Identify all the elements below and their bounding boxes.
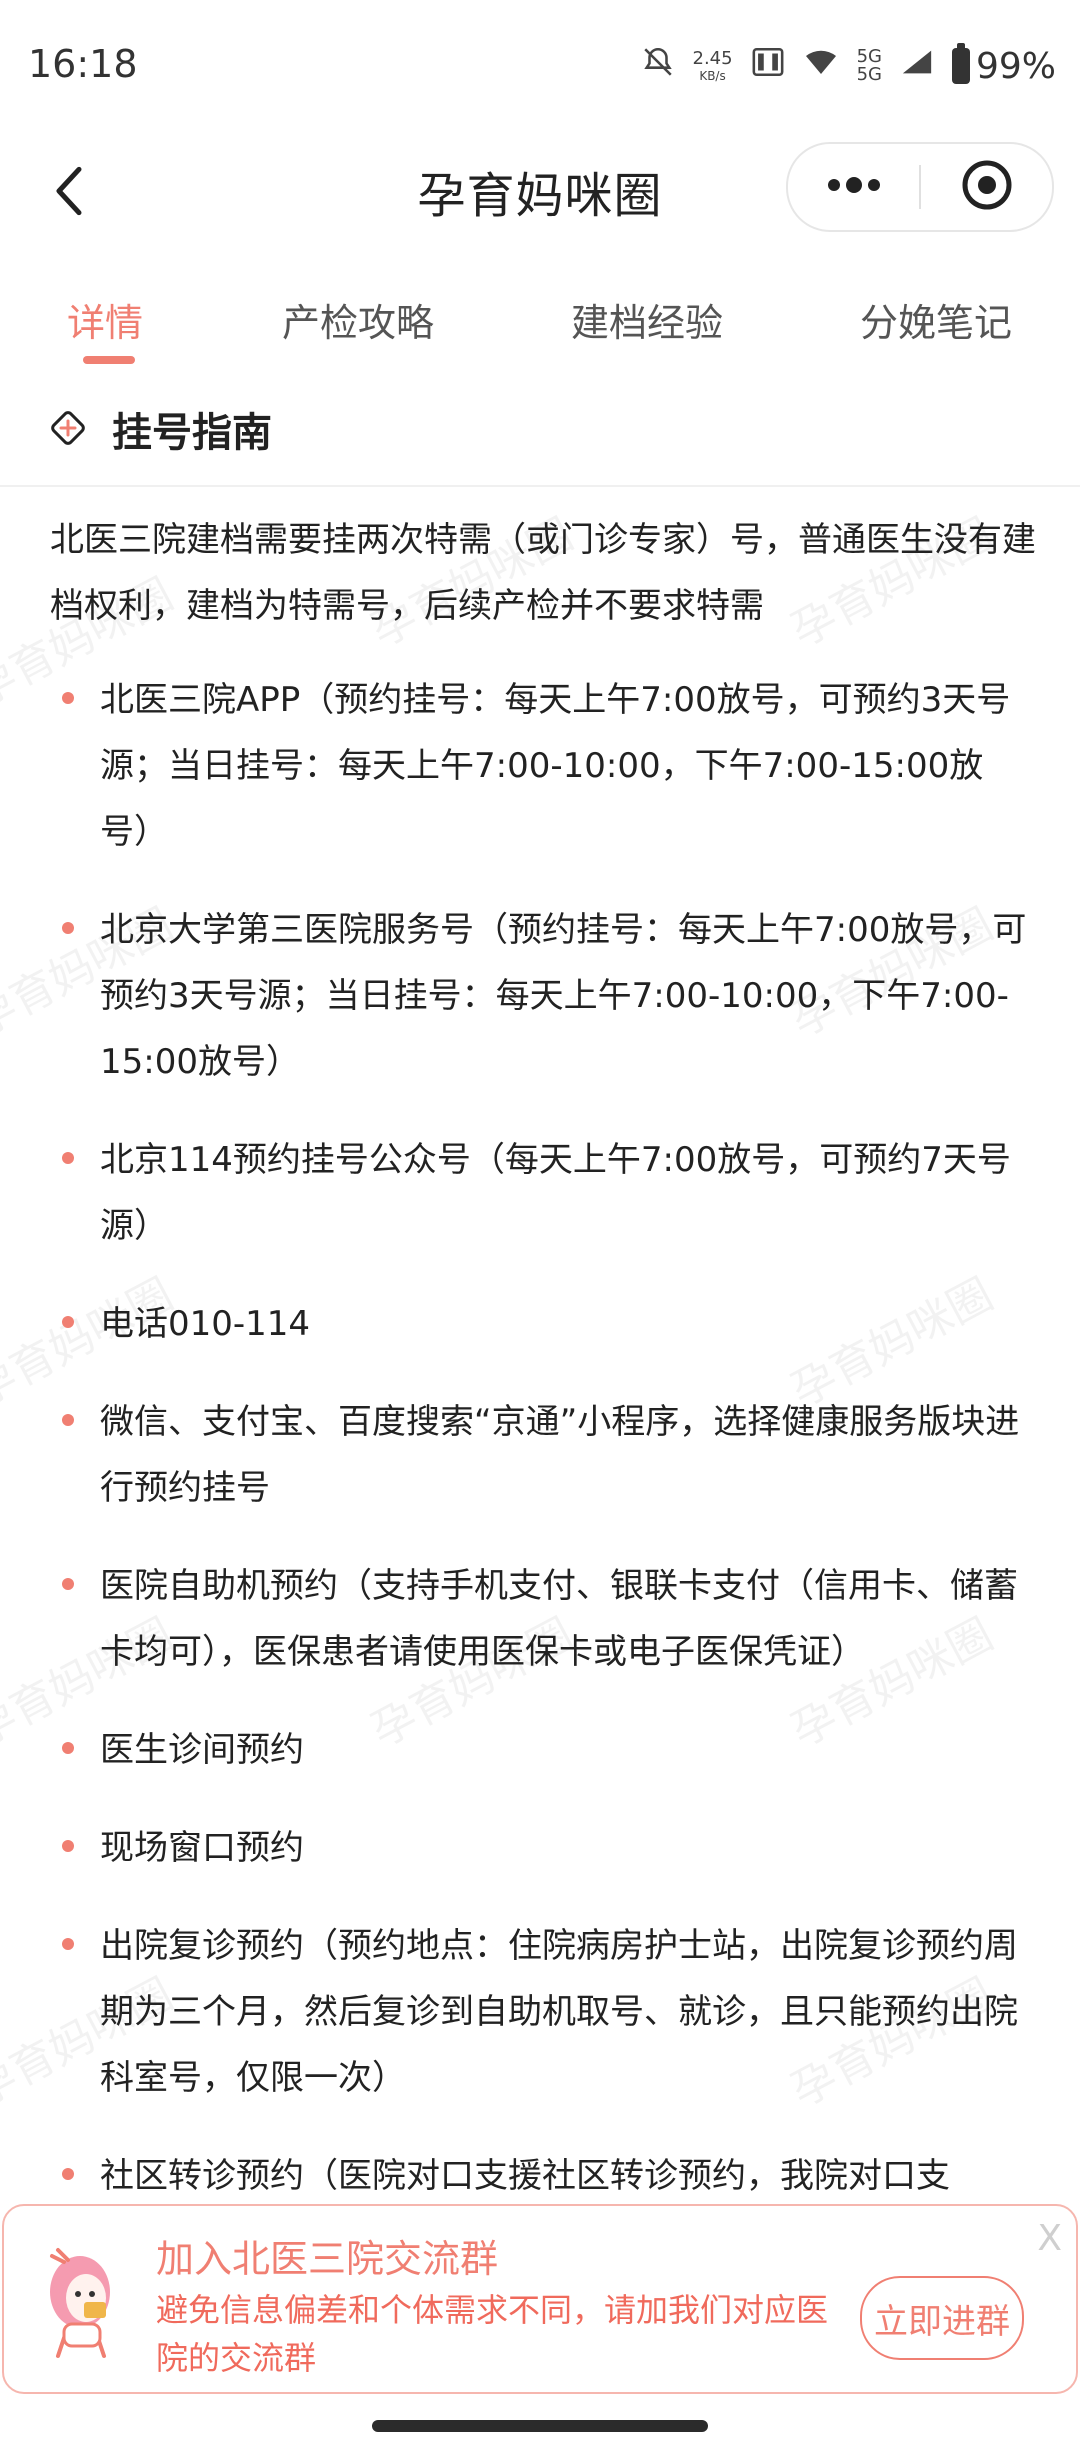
- more-button[interactable]: [788, 144, 919, 230]
- list-item: 社区转诊预约（医院对口支援社区转诊预约，我院对口支: [0, 2143, 1080, 2207]
- list-item: 微信、支付宝、百度搜索“京通”小程序，选择健康服务版块进行预约挂号: [0, 1389, 1080, 1521]
- tab-details[interactable]: 详情: [67, 292, 143, 347]
- list-item-text: 社区转诊预约（医院对口支援社区转诊预约，我院对口支: [100, 2156, 950, 2196]
- list-item: 北京大学第三医院服务号（预约挂号：每天上午7:00放号，可预约3天号源；当日挂号…: [0, 897, 1080, 1095]
- list-item: 现场窗口预约: [0, 1815, 1080, 1881]
- signal-labels: 5G 5G: [857, 48, 882, 84]
- mini-program-capsule: [786, 142, 1054, 232]
- signal-label-2: 5G: [856, 64, 882, 85]
- registration-method-list: 北医三院APP（预约挂号：每天上午7:00放号，可预约3天号源；当日挂号：每天上…: [0, 667, 1080, 2207]
- bell-muted-icon: [641, 45, 675, 87]
- list-item: 医院自助机预约（支持手机支付、银联卡支付（信用卡、储蓄卡均可），医保患者请使用医…: [0, 1553, 1080, 1685]
- list-item-text: 微信、支付宝、百度搜索“京通”小程序，选择健康服务版块进行预约挂号: [100, 1402, 1020, 1508]
- banner-close-button[interactable]: X: [1037, 2218, 1062, 2259]
- hd-icon: [751, 45, 785, 87]
- wifi-icon: [803, 47, 839, 85]
- bullet-dot: [62, 1414, 74, 1426]
- tab-prenatal-guide[interactable]: 产检攻略: [282, 292, 434, 347]
- list-item: 北京114预约挂号公众号（每天上午7:00放号，可预约7天号源）: [0, 1127, 1080, 1259]
- status-time: 16:18: [28, 42, 138, 86]
- banner-description: 避免信息偏差和个体需求不同，请加我们对应医院的交流群: [156, 2291, 829, 2377]
- list-item: 电话010-114: [0, 1291, 1080, 1357]
- list-item-text: 医院自助机预约（支持手机支付、银联卡支付（信用卡、储蓄卡均可），医保患者请使用医…: [100, 1566, 1018, 1672]
- bullet-dot: [62, 1742, 74, 1754]
- intro-paragraph: 北医三院建档需要挂两次特需（或门诊专家）号，普通医生没有建档权利，建档为特需号，…: [50, 520, 1036, 626]
- home-indicator[interactable]: [372, 2420, 708, 2432]
- bullet-dot: [62, 922, 74, 934]
- list-item: 北医三院APP（预约挂号：每天上午7:00放号，可预约3天号源；当日挂号：每天上…: [0, 667, 1080, 865]
- bullet-dot: [62, 1840, 74, 1852]
- bullet-dot: [62, 1152, 74, 1164]
- battery-percent: 99%: [975, 45, 1056, 87]
- list-item-text: 现场窗口预约: [100, 1828, 304, 1868]
- status-icons: 2.45 KB/s 5G 5G 99%: [641, 40, 1056, 92]
- tab-delivery-notes[interactable]: 分娩笔记: [860, 292, 1012, 347]
- battery: 99%: [951, 43, 1056, 87]
- section-header: 挂号指南: [0, 370, 1080, 487]
- list-item-text: 出院复诊预约（预约地点：住院病房护士站，出院复诊预约周期为三个月，然后复诊到自助…: [100, 1926, 1018, 2098]
- target-circle-icon: [961, 159, 1013, 215]
- list-item: 出院复诊预约（预约地点：住院病房护士站，出院复诊预约周期为三个月，然后复诊到自助…: [0, 1913, 1080, 2111]
- bullet-dot: [62, 2168, 74, 2180]
- list-item-text: 医生诊间预约: [100, 1730, 304, 1770]
- tab-registration-experience[interactable]: 建档经验: [571, 292, 723, 347]
- section-title: 挂号指南: [112, 410, 272, 456]
- bullet-dot: [62, 1316, 74, 1328]
- net-speed: 2.45 KB/s: [692, 48, 733, 83]
- join-group-banner: 加入北医三院交流群 避免信息偏差和个体需求不同，请加我们对应医院的交流群 立即进…: [2, 2204, 1078, 2394]
- banner-title: 加入北医三院交流群: [156, 2237, 499, 2281]
- content-area[interactable]: 孕育妈咪圈 孕育妈咪圈 孕育妈咪圈 孕育妈咪圈 孕育妈咪圈 孕育妈咪圈 孕育妈咪…: [0, 487, 1080, 2207]
- list-item-text: 北京114预约挂号公众号（每天上午7:00放号，可预约7天号源）: [100, 1140, 1011, 1246]
- signal-icon: [900, 47, 934, 85]
- list-item-text: 电话010-114: [100, 1304, 311, 1344]
- mascot-girl-icon: [34, 2236, 134, 2366]
- diamond-plus-icon: [48, 408, 88, 448]
- more-dots-icon: [826, 177, 882, 197]
- net-speed-value: 2.45: [692, 48, 733, 69]
- bullet-dot: [62, 1938, 74, 1950]
- net-speed-unit: KB/s: [699, 69, 726, 83]
- list-item-text: 北京大学第三医院服务号（预约挂号：每天上午7:00放号，可预约3天号源；当日挂号…: [100, 910, 1027, 1082]
- battery-icon: [951, 43, 970, 84]
- title-bar: 孕育妈咪圈: [0, 130, 1080, 260]
- join-group-button[interactable]: 立即进群: [860, 2276, 1024, 2360]
- bullet-dot: [62, 692, 74, 704]
- close-program-button[interactable]: [921, 144, 1052, 230]
- list-item-text: 北医三院APP（预约挂号：每天上午7:00放号，可预约3天号源；当日挂号：每天上…: [100, 680, 1011, 852]
- tab-bar: 详情 产检攻略 建档经验 分娩笔记: [0, 260, 1080, 370]
- active-tab-indicator: [83, 356, 135, 364]
- list-item: 医生诊间预约: [0, 1717, 1080, 1783]
- bullet-dot: [62, 1578, 74, 1590]
- status-bar: 16:18 2.45 KB/s 5G 5G 99%: [0, 0, 1080, 130]
